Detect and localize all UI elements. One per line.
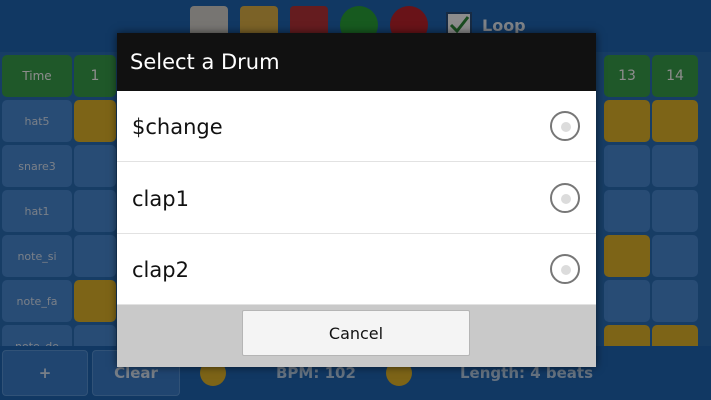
drum-option-label: clap2	[132, 258, 189, 282]
dialog-title: Select a Drum	[117, 33, 596, 91]
drum-option-label: clap1	[132, 187, 189, 211]
drum-option[interactable]: clap2	[117, 234, 596, 305]
select-drum-dialog: Select a Drum $change clap1 clap2 Cancel	[117, 33, 596, 367]
radio-dot-icon	[561, 122, 571, 132]
dialog-footer: Cancel	[117, 305, 596, 367]
radio-button[interactable]	[550, 254, 580, 284]
radio-dot-icon	[561, 194, 571, 204]
radio-button[interactable]	[550, 111, 580, 141]
cancel-button[interactable]: Cancel	[242, 310, 470, 356]
drum-option-label: $change	[132, 115, 223, 139]
radio-button[interactable]	[550, 183, 580, 213]
drum-machine-app: Loop Time 1 13 14 hat5 snare3 hat1 note_…	[0, 0, 711, 400]
drum-option[interactable]: clap1	[117, 163, 596, 234]
drum-option[interactable]: $change	[117, 91, 596, 162]
radio-dot-icon	[561, 265, 571, 275]
